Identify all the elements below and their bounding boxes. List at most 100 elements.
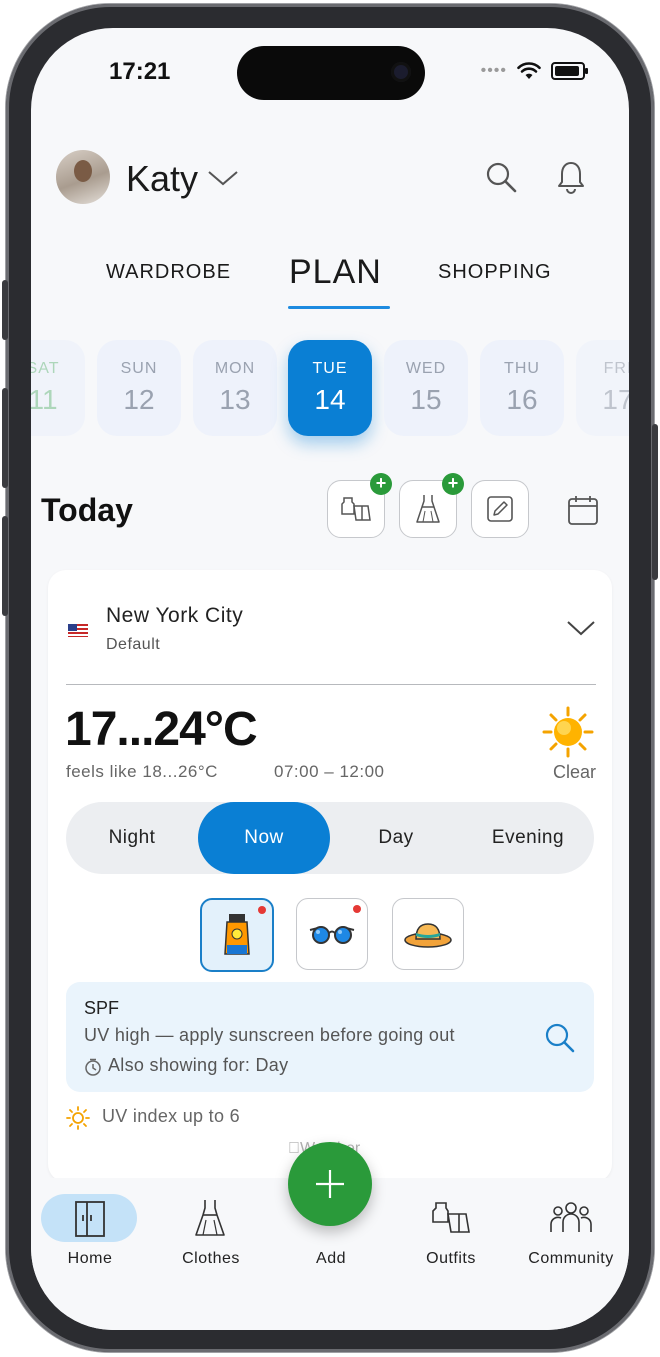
search-icon[interactable] [484,160,518,194]
nav-home[interactable]: Home [31,1178,151,1268]
tip-also: Also showing for: Day [108,1055,289,1075]
temperature: 17...24°C [65,703,258,756]
day-number: 14 [314,384,346,415]
day-name: TUE [312,360,348,377]
day-name: WED [405,360,447,377]
us-flag-icon [68,624,88,637]
avatar[interactable] [56,150,110,204]
sun-icon [542,706,594,758]
day-sat[interactable]: SAT 11 [31,340,85,436]
time-of-day-segment: Night Now Day Evening [66,802,594,874]
tip-box: SPF UV high — apply sunscreen before goi… [66,982,594,1092]
tab-wardrobe[interactable]: WARDROBE [106,261,231,284]
day-fri[interactable]: FRI 17 [576,340,629,436]
day-number: 12 [123,384,155,415]
signal-icon: •••• [480,62,507,79]
day-name: SUN [120,360,158,377]
tip-text: UV high — apply sunscreen before going o… [84,1025,455,1045]
divider [66,684,596,685]
wardrobe-icon [75,1201,105,1237]
segment-now[interactable]: Now [198,802,330,874]
camera-icon [391,62,411,82]
weather-card: New York City Default 17...24°C feels li… [48,570,612,1182]
side-button [2,388,8,488]
sunglasses-item[interactable] [296,898,368,970]
top-tabs: WARDROBE PLAN SHOPPING [31,253,629,313]
day-name: SAT [31,360,60,377]
day-number: 17 [602,384,629,415]
city-name[interactable]: New York City [106,604,243,628]
outfits-icon [432,1202,470,1233]
day-wed[interactable]: WED 15 [384,340,468,436]
edit-icon [487,496,513,522]
day-mon[interactable]: MON 13 [193,340,277,436]
plus-icon: + [370,473,392,495]
clock-icon [85,1058,101,1076]
tip-title: SPF [84,998,120,1018]
add-outfit-button[interactable]: + [327,473,392,538]
dress-icon [195,1200,225,1236]
tab-shopping[interactable]: SHOPPING [438,261,552,284]
calendar-icon[interactable] [567,494,599,526]
side-button [652,424,658,580]
sun-hat-icon [404,923,452,948]
battery-icon [551,62,588,80]
uv-index: UV index up to 6 [102,1106,240,1126]
nav-label: Add [316,1250,346,1267]
chevron-down-icon[interactable] [566,618,596,638]
city-sub: Default [106,636,161,653]
plus-icon: + [442,473,464,495]
bell-icon[interactable] [556,160,586,194]
segment-night[interactable]: Night [66,802,198,874]
community-icon [550,1202,592,1232]
day-strip: SAT 11 SUN 12 MON 13 TUE 14 WED 15 THU 16 FRI 1… [31,340,629,438]
sunscreen-icon [224,914,250,955]
day-thu[interactable]: THU 16 [480,340,564,436]
nav-clothes[interactable]: Clothes [151,1178,271,1268]
sunglasses-icon [309,926,355,944]
feels-like: feels like 18...26°C [66,762,218,781]
wifi-icon [517,62,541,79]
day-sun[interactable]: SUN 12 [97,340,181,436]
add-clothing-button[interactable]: + [399,473,464,538]
day-name: MON [214,360,256,377]
day-number: 11 [31,384,58,415]
nav-label: Clothes [182,1250,240,1267]
header: Katy [56,150,606,206]
tab-plan[interactable]: PLAN [289,253,382,292]
nav-label: Outfits [426,1250,476,1267]
status-icons: •••• [480,62,588,80]
user-name[interactable]: Katy [126,158,198,200]
search-icon[interactable] [544,1022,576,1054]
alert-dot [353,905,361,913]
nav-label: Community [528,1250,614,1267]
day-number: 16 [506,384,538,415]
day-number: 13 [219,384,251,415]
outfit-icon [341,497,371,521]
plus-icon [316,1170,344,1198]
nav-outfits[interactable]: Outfits [391,1178,511,1268]
sunscreen-item[interactable] [200,898,274,972]
add-fab-button[interactable] [288,1142,372,1226]
day-name: THU [504,360,540,377]
tab-underline [288,306,390,309]
nav-community[interactable]: Community [511,1178,629,1268]
side-button [2,280,8,340]
dress-icon [416,495,440,523]
today-row: Today + + [41,473,621,542]
sun-hat-item[interactable] [392,898,464,970]
chevron-down-icon[interactable] [206,160,240,194]
edit-button[interactable] [471,480,529,538]
today-title: Today [41,492,133,528]
alert-dot [258,906,266,914]
side-button [2,516,8,616]
day-number: 15 [410,384,442,415]
day-tue[interactable]: TUE 14 [288,340,372,436]
time-range: 07:00 – 12:00 [274,762,385,781]
segment-evening[interactable]: Evening [462,802,594,874]
condition: Clear [552,762,596,782]
segment-day[interactable]: Day [330,802,462,874]
dynamic-island [237,46,425,100]
day-name: FRI [603,360,629,377]
uv-sun-icon [66,1106,90,1130]
